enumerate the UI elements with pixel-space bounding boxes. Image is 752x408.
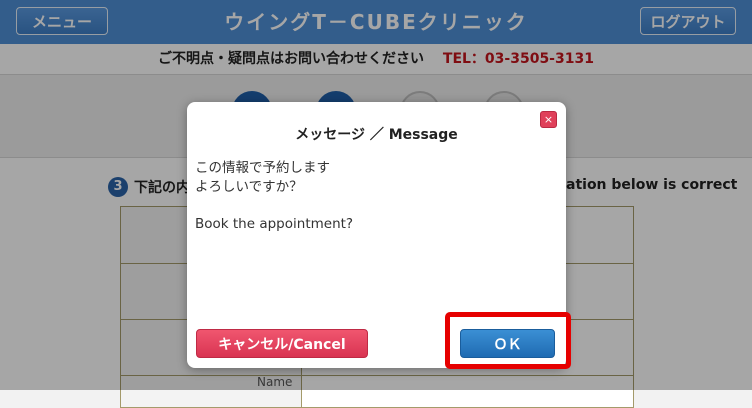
dialog-title: メッセージ ／ Message bbox=[295, 127, 458, 143]
dialog-message-en: Book the appointment? bbox=[195, 216, 354, 232]
dialog-message-jp-2: よろしいですか？ bbox=[195, 179, 303, 195]
close-icon[interactable]: × bbox=[540, 111, 557, 128]
cancel-button[interactable]: キャンセル/Cancel bbox=[196, 329, 368, 358]
dialog-message-jp-1: この情報で予約します bbox=[195, 160, 330, 176]
ok-highlight-box bbox=[445, 312, 571, 369]
